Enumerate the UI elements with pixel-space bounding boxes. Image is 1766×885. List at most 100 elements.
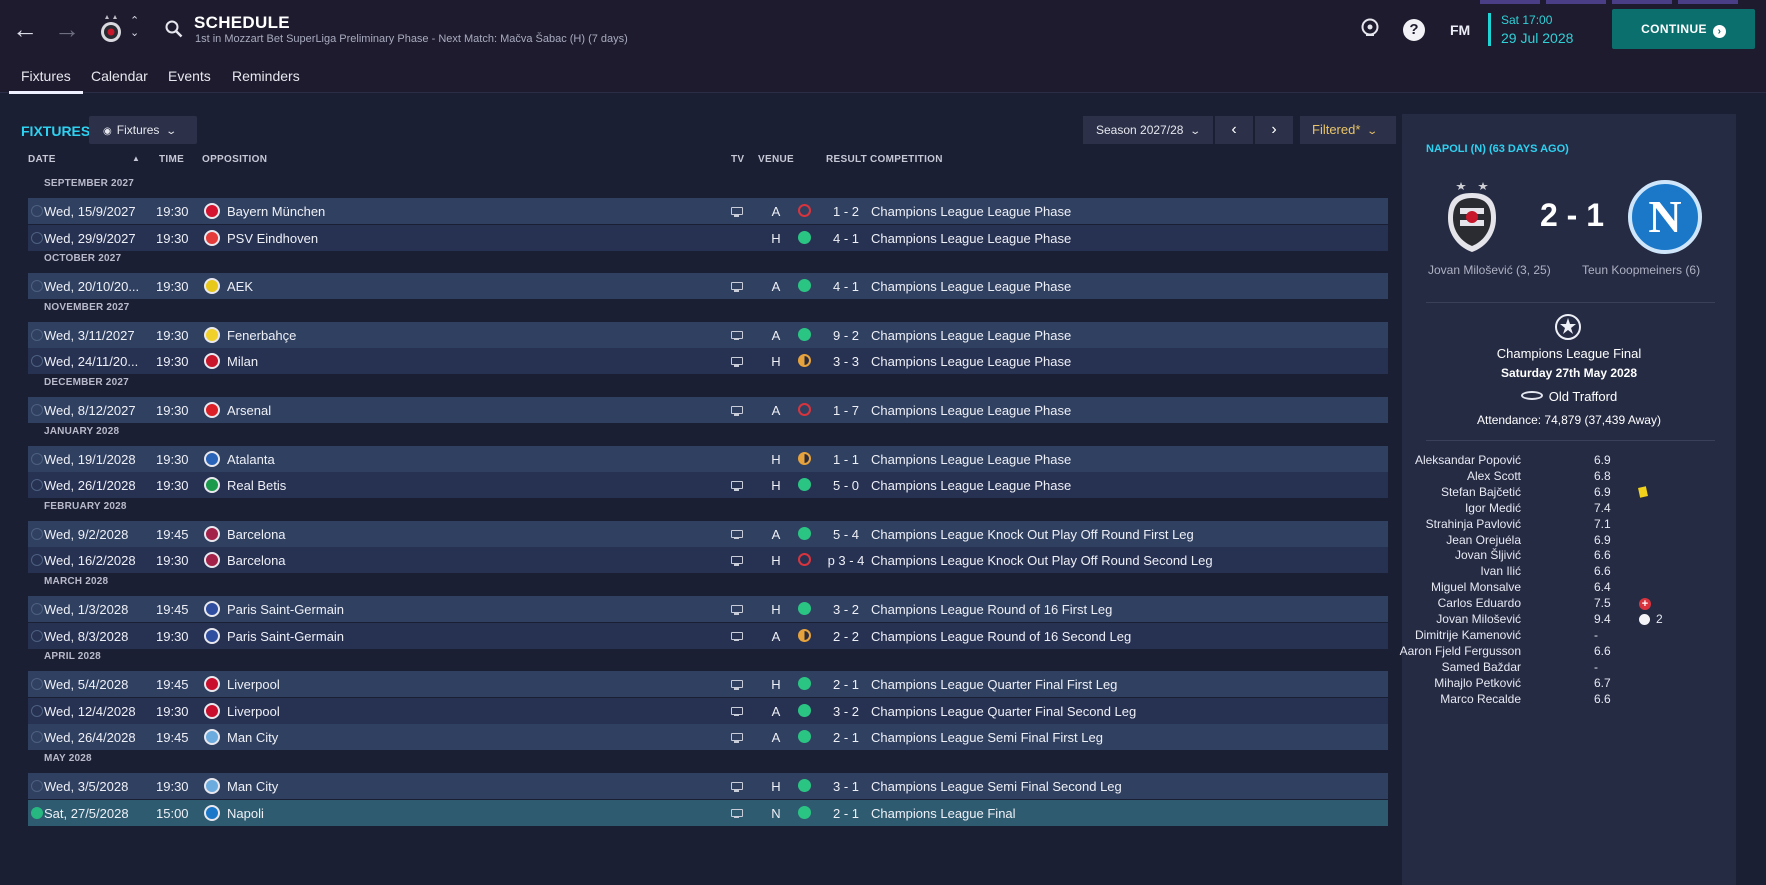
view-dropdown[interactable]: ◉ Fixtures ⌄	[89, 116, 197, 144]
forward-arrow-icon[interactable]: →	[54, 16, 80, 42]
select-checkbox[interactable]	[31, 780, 43, 792]
opponent-name[interactable]: Paris Saint-Germain	[227, 602, 344, 617]
opponent-name[interactable]: Milan	[227, 354, 258, 369]
fixture-score[interactable]: 3 - 3	[818, 354, 874, 369]
fixture-row[interactable]: Wed, 26/1/2028 19:30 Real Betis H 5 - 0 Champ…	[28, 472, 1388, 499]
select-checkbox[interactable]	[31, 678, 43, 691]
fixture-competition[interactable]: Champions League Quarter Final Second Le…	[871, 704, 1136, 719]
select-checkbox[interactable]	[31, 554, 43, 567]
fixture-score[interactable]: p 3 - 4	[818, 553, 874, 568]
match-competition[interactable]: Champions League Final	[1402, 346, 1736, 361]
player-name[interactable]: Carlos Eduardo	[1438, 596, 1521, 610]
select-checkbox[interactable]	[31, 731, 43, 744]
select-checkbox[interactable]	[31, 479, 43, 492]
select-checkbox[interactable]	[31, 355, 43, 368]
opponent-name[interactable]: Real Betis	[227, 478, 286, 493]
select-checkbox[interactable]	[31, 231, 43, 244]
away-club-crest[interactable]: N	[1628, 180, 1702, 254]
fixture-score[interactable]: 9 - 2	[818, 328, 874, 343]
fixture-row[interactable]: Wed, 15/9/2027 19:30 Bayern München A 1 - 2C…	[28, 198, 1388, 224]
select-checkbox[interactable]	[31, 603, 43, 615]
fm-menu-icon[interactable]: FM	[1450, 22, 1470, 38]
tab-reminders[interactable]: Reminders	[232, 68, 300, 84]
fixture-row[interactable]: Wed, 19/1/2028 19:30 Atalanta H 1 - 1 Champio…	[28, 445, 1388, 472]
sort-ascending-icon[interactable]: ▲	[132, 154, 140, 163]
fixture-score[interactable]: 4 - 1	[818, 231, 874, 246]
player-name[interactable]: Ivan Ilić	[1480, 564, 1521, 578]
player-name[interactable]: Miguel Monsalve	[1431, 580, 1521, 594]
player-name[interactable]: Mihajlo Petković	[1434, 676, 1521, 690]
fixture-row[interactable]: Wed, 26/4/2028 19:45 Man City A 2 - 1 Champio…	[28, 724, 1388, 751]
search-icon[interactable]	[165, 20, 183, 38]
fixture-score[interactable]: 2 - 2	[818, 629, 874, 644]
select-checkbox[interactable]	[31, 806, 43, 819]
fixture-competition[interactable]: Champions League Quarter Final First Leg	[871, 677, 1117, 692]
player-name[interactable]: Igor Medić	[1465, 501, 1521, 515]
match-summary-heading[interactable]: NAPOLI (N) (63 DAYS AGO)	[1426, 143, 1569, 155]
back-arrow-icon[interactable]: ←	[12, 16, 38, 42]
fixture-competition[interactable]: Champions League League Phase	[871, 478, 1071, 493]
opponent-name[interactable]: Arsenal	[227, 403, 271, 418]
column-header-opposition[interactable]: OPPOSITION	[202, 154, 267, 165]
filter-dropdown[interactable]: Filtered* ⌄	[1300, 116, 1396, 144]
fixture-row[interactable]: Wed, 12/4/2028 19:30 Liverpool A 3 - 2 Champi…	[28, 697, 1388, 724]
player-name[interactable]: Aleksandar Popović	[1415, 453, 1521, 467]
opponent-name[interactable]: Liverpool	[227, 704, 280, 719]
select-checkbox[interactable]	[31, 452, 43, 465]
fixture-competition[interactable]: Champions League Knock Out Play Off Roun…	[871, 527, 1194, 542]
fixture-row[interactable]: Wed, 16/2/2028 19:30 Barcelona Hp 3 - 4 Cham…	[28, 547, 1388, 574]
player-name[interactable]: Strahinja Pavlović	[1426, 517, 1521, 531]
page-subtitle[interactable]: 1st in Mozzart Bet SuperLiga Preliminary…	[195, 33, 628, 45]
fixture-competition[interactable]: Champions League League Phase	[871, 279, 1071, 294]
fixture-competition[interactable]: Champions League League Phase	[871, 354, 1071, 369]
column-header-date[interactable]: DATE	[28, 154, 56, 165]
select-checkbox[interactable]	[31, 328, 43, 341]
tab-calendar[interactable]: Calendar	[91, 68, 148, 84]
next-season-button[interactable]: ›	[1255, 116, 1293, 144]
player-name[interactable]: Samed Baždar	[1442, 660, 1521, 674]
select-checkbox[interactable]	[31, 205, 43, 217]
fixture-row[interactable]: Wed, 8/12/2027 19:30 Arsenal A 1 - 7 Champion…	[28, 397, 1388, 423]
column-header-result[interactable]: RESULT	[826, 154, 867, 165]
season-dropdown[interactable]: Season 2027/28 ⌄	[1083, 116, 1213, 144]
fixture-row[interactable]: Wed, 24/11/20... 19:30 Milan H 3 - 3 Champion…	[28, 348, 1388, 375]
fixture-row[interactable]: Sat, 27/5/2028 15:00 Napoli N 2 - 1 Champions…	[28, 799, 1388, 826]
fixture-score[interactable]: 3 - 2	[818, 704, 874, 719]
select-checkbox[interactable]	[31, 527, 43, 540]
column-header-time[interactable]: TIME	[159, 154, 184, 165]
opponent-name[interactable]: AEK	[227, 279, 253, 294]
tab-events[interactable]: Events	[168, 68, 211, 84]
fixture-score[interactable]: 3 - 2	[818, 602, 874, 617]
player-name[interactable]: Jovan Šljivić	[1455, 548, 1521, 562]
player-name[interactable]: Dimitrije Kamenović	[1415, 628, 1521, 642]
fixture-score[interactable]: 3 - 1	[818, 779, 874, 794]
fixture-row[interactable]: Wed, 5/4/2028 19:45 Liverpool H 2 - 1 Champio…	[28, 671, 1388, 698]
select-checkbox[interactable]	[31, 280, 43, 293]
fixture-competition[interactable]: Champions League Semi Final First Leg	[871, 730, 1103, 745]
fixture-score[interactable]: 2 - 1	[818, 806, 874, 821]
fixture-competition[interactable]: Champions League League Phase	[871, 231, 1071, 246]
fixture-row[interactable]: Wed, 3/11/2027 19:30 Fenerbahçe A 9 - 2 Champ…	[28, 321, 1388, 348]
fixture-row[interactable]: Wed, 8/3/2028 19:30 Paris Saint-Germain A 2 …	[28, 622, 1388, 649]
player-name[interactable]: Marco Recalde	[1440, 692, 1521, 706]
opponent-name[interactable]: Liverpool	[227, 677, 280, 692]
fixture-competition[interactable]: Champions League League Phase	[871, 452, 1071, 467]
match-venue[interactable]: Old Trafford	[1402, 389, 1736, 404]
fixture-competition[interactable]: Champions League League Phase	[871, 403, 1071, 418]
fixture-competition[interactable]: Champions League Final	[871, 806, 1016, 821]
select-checkbox[interactable]	[31, 629, 43, 642]
fixture-competition[interactable]: Champions League Semi Final Second Leg	[871, 779, 1122, 794]
club-switch-chevrons-icon[interactable]: ⌃ ⌄	[130, 15, 139, 39]
fixture-competition[interactable]: Champions League League Phase	[871, 328, 1071, 343]
fixture-row[interactable]: Wed, 29/9/2027 19:30 PSV Eindhoven H 4 - 1 Ch…	[28, 224, 1388, 251]
column-header-competition[interactable]: COMPETITION	[870, 154, 943, 165]
player-name[interactable]: Jean Orejuéla	[1446, 533, 1521, 547]
fixture-competition[interactable]: Champions League Round of 16 Second Leg	[871, 629, 1131, 644]
help-icon[interactable]: ?	[1403, 19, 1425, 41]
opponent-name[interactable]: Bayern München	[227, 204, 325, 219]
opponent-name[interactable]: Man City	[227, 779, 278, 794]
player-name[interactable]: Aaron Fjeld Fergusson	[1400, 644, 1521, 658]
opponent-name[interactable]: Fenerbahçe	[227, 328, 296, 343]
opponent-name[interactable]: Barcelona	[227, 553, 286, 568]
opponent-name[interactable]: Napoli	[227, 806, 264, 821]
